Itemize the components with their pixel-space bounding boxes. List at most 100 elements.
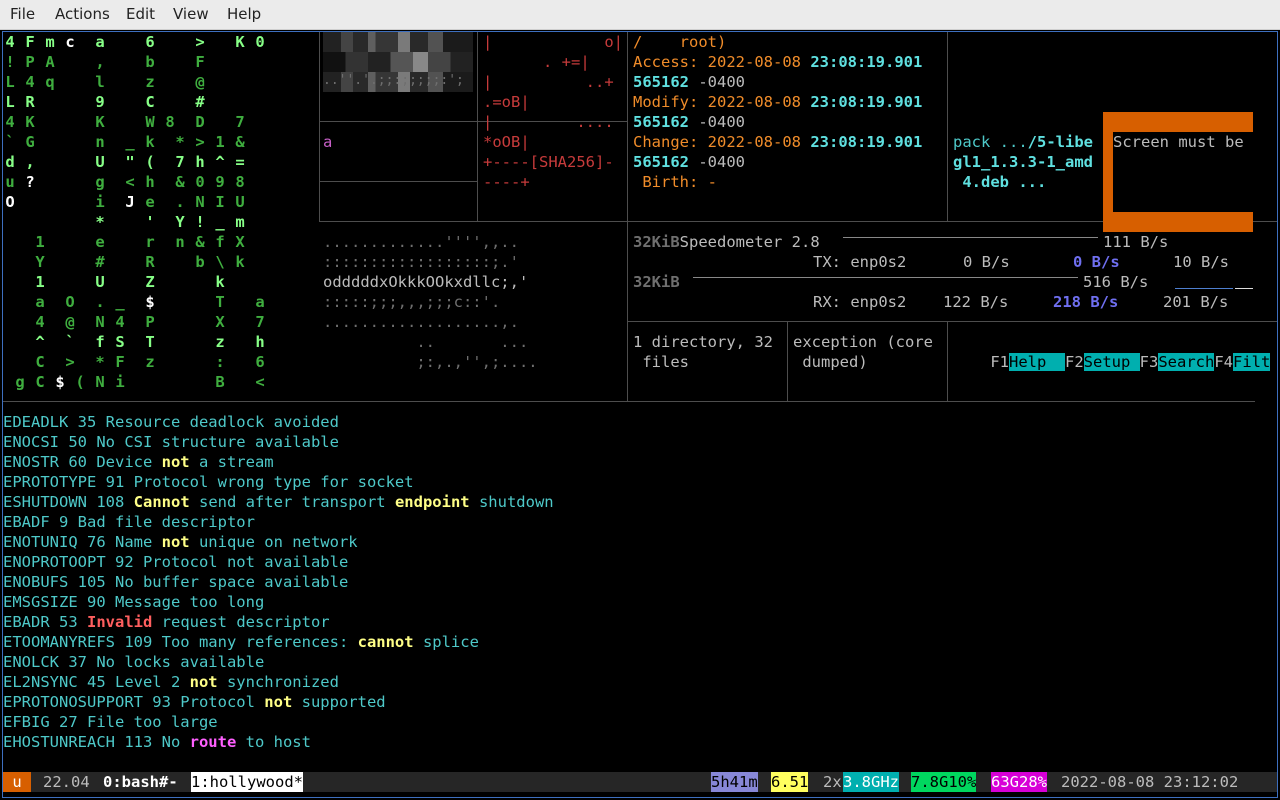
matrix-char: f: [95, 333, 105, 351]
matrix-char: e: [145, 193, 155, 211]
htop-function-keys: F1Help F2Setup F3SearchF4Filt: [953, 332, 1271, 371]
tx-label: TX: enp0s2: [813, 253, 907, 271]
matrix-char: n: [175, 233, 185, 251]
matrix-char: !: [5, 53, 15, 71]
ascii-art-line: ;:,.,'',;....: [323, 353, 538, 371]
matrix-char: <: [125, 173, 135, 191]
errno-line: ENOCSI 50 No CSI structure available: [3, 432, 339, 452]
matrix-char: g: [95, 173, 105, 191]
stat-change-frac: 565162: [633, 153, 689, 171]
menu-view[interactable]: View: [173, 5, 209, 23]
terminal-window[interactable]: 4 Fm c a 6 > K 0! P A, b F L 4 q l z @ L R 9 C #4 K K W 8 D 7 ` Gn _ k * >…: [2, 31, 1278, 798]
errno-text: EPROTOTYPE 91 Protocol wrong type for so…: [3, 473, 414, 491]
exception-line1: exception (core: [793, 333, 933, 351]
htop-key: F2: [1065, 353, 1084, 371]
tmux-window-1[interactable]: 1:hollywood*: [191, 772, 303, 792]
matrix-char: !: [195, 213, 205, 231]
errno-text: synchronized: [217, 673, 339, 691]
stat-birth-value: -: [707, 173, 718, 191]
stat-modify-label: Modify:: [633, 93, 699, 111]
menu-help[interactable]: Help: [227, 5, 261, 23]
stat-path: / root): [633, 33, 727, 51]
pane-a-text: a: [323, 133, 333, 151]
apt-line1-a: pack ...: [953, 133, 1028, 151]
matrix-char: N: [195, 193, 205, 211]
ascii-art-line: odddddxOkkkOOkxdllc;,': [323, 273, 529, 291]
matrix-char: P: [25, 53, 35, 71]
matrix-char: N: [95, 313, 105, 331]
matrix-char: z: [145, 353, 155, 371]
stat-birth-label: Birth:: [633, 173, 699, 191]
tmux-window-0[interactable]: 0:bash#-: [103, 772, 178, 792]
matrix-char: c: [65, 33, 75, 51]
matrix-char: 4: [5, 33, 15, 51]
stat-access-time: 23:08:19.901: [810, 53, 923, 71]
matrix-char: k: [215, 273, 225, 291]
session-icon[interactable]: u: [3, 772, 31, 792]
randomart-line: .=oB|: [483, 93, 530, 111]
matrix-char: \: [215, 253, 225, 271]
matrix-char: C: [35, 373, 45, 391]
htop-key-setup[interactable]: Setup: [1083, 353, 1140, 371]
errno-text: EHOSTUNREACH 113 No: [3, 733, 190, 751]
stat-access-date: 2022-08-08: [707, 53, 801, 71]
htop-key: F1: [990, 353, 1009, 371]
matrix-char: ^: [215, 153, 225, 171]
menu-bar: File Actions Edit View Help: [0, 0, 1280, 30]
memory-badge: 7.8G10%: [911, 772, 977, 792]
htop-key-help[interactable]: Help: [1009, 353, 1065, 371]
matrix-char: >: [195, 33, 205, 51]
errno-line: EL2NSYNC 45 Level 2 not synchronized: [3, 672, 339, 692]
errno-text: request descriptor: [152, 613, 330, 631]
speed-scale-2: 32KiB: [633, 273, 680, 291]
errno-text: ENOLCK 37 No locks available: [3, 653, 265, 671]
matrix-char: 8: [235, 173, 245, 191]
matrix-char: @: [65, 313, 75, 331]
matrix-char: K: [95, 113, 105, 131]
load-badge: 6.51: [771, 772, 809, 792]
htop-key-search[interactable]: Search: [1158, 353, 1215, 371]
errno-text: EBADR 53: [3, 613, 87, 631]
matrix-char: R: [25, 93, 35, 111]
stat-modify-frac: 565162: [633, 113, 689, 131]
menu-actions[interactable]: Actions: [55, 5, 110, 23]
matrix-char: *: [95, 353, 105, 371]
errno-line: EDEADLK 35 Resource deadlock avoided: [3, 412, 339, 432]
matrix-char: #: [195, 93, 205, 111]
errno-line: ENOTUNIQ 76 Name not unique on network: [3, 532, 358, 552]
errno-text: ENOTUNIQ 76 Name: [3, 533, 162, 551]
speed-scale-1: 32KiB: [633, 233, 680, 251]
matrix-char: 9: [95, 93, 105, 111]
matrix-char: 6: [145, 33, 155, 51]
matrix-char: d: [5, 153, 15, 171]
errno-text: ENOCSI 50 No CSI structure available: [3, 433, 339, 451]
matrix-char: 7: [255, 313, 265, 331]
matrix-char: Y: [175, 213, 185, 231]
errno-line: EPROTONOSUPPORT 93 Protocol not supporte…: [3, 692, 386, 712]
htop-key-filter[interactable]: Filt: [1233, 353, 1271, 371]
matrix-char: m: [45, 33, 55, 51]
matrix-char: C: [145, 93, 155, 111]
matrix-char: b: [195, 253, 205, 271]
errno-text: EPROTONOSUPPORT 93 Protocol: [3, 693, 265, 711]
matrix-char: 0: [255, 33, 265, 51]
errno-text: splice: [413, 633, 479, 651]
matrix-char: O: [65, 293, 75, 311]
matrix-char: l: [95, 73, 105, 91]
matrix-char: ,: [25, 153, 35, 171]
stat-access-frac: 565162: [633, 73, 689, 91]
matrix-char: 4: [25, 73, 35, 91]
errno-text: ENOBUFS 105 No buffer space available: [3, 573, 349, 591]
speed-title: Speedometer 2.8: [679, 233, 820, 251]
matrix-char: <: [255, 373, 265, 391]
matrix-char: _: [215, 213, 225, 231]
matrix-char: X: [235, 233, 245, 251]
speed-rate-1: 111 B/s: [1103, 233, 1169, 251]
menu-file[interactable]: File: [10, 5, 35, 23]
errno-text: endpoint: [394, 493, 470, 511]
matrix-char: G: [25, 133, 35, 151]
randomart-line: | ....: [483, 113, 614, 131]
stat-modify-time: 23:08:19.901: [810, 93, 923, 111]
randomart-line: . +=|: [543, 53, 590, 71]
menu-edit[interactable]: Edit: [126, 5, 155, 23]
